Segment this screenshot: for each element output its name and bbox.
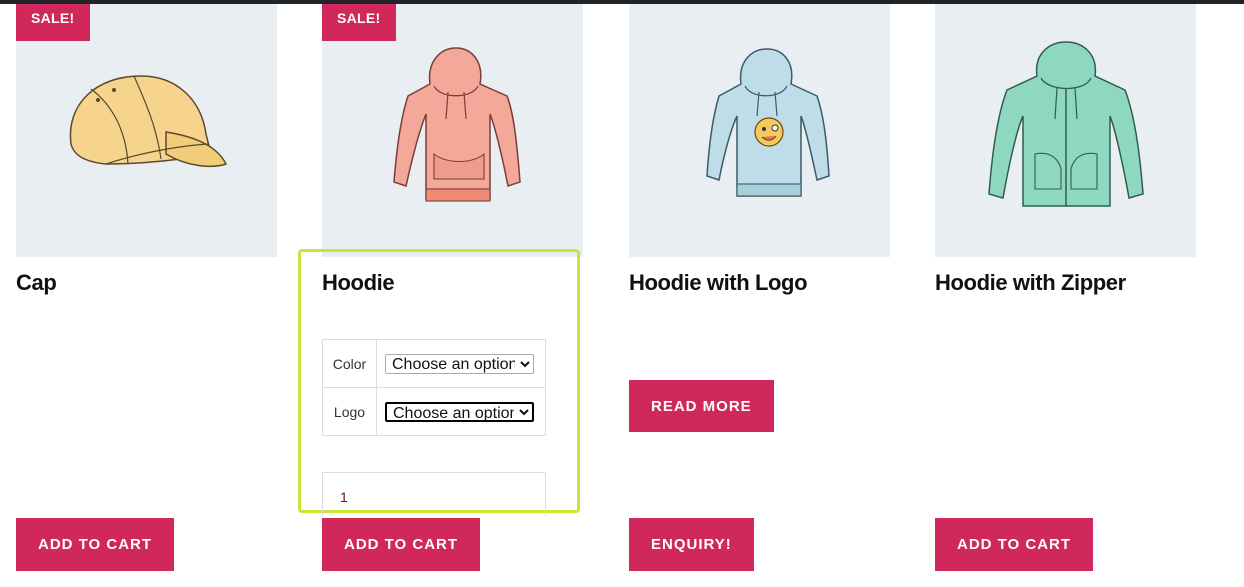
variation-label-color: Color xyxy=(322,339,377,388)
enquiry-button[interactable]: ENQUIRY! xyxy=(629,518,754,571)
variation-row-logo: Logo Choose an option xyxy=(322,387,546,436)
color-select[interactable]: Choose an option xyxy=(385,353,534,374)
add-to-cart-button[interactable]: ADD TO CART xyxy=(935,518,1094,571)
variation-row-color: Color Choose an option xyxy=(322,339,546,388)
add-to-cart-button[interactable]: ADD TO CART xyxy=(322,518,481,571)
product-title[interactable]: Hoodie with Logo xyxy=(629,270,808,296)
logo-select[interactable]: Choose an option xyxy=(385,401,534,422)
hoodie-with-zipper-icon xyxy=(988,41,1144,207)
cap-icon xyxy=(69,75,228,168)
sale-badge: SALE! xyxy=(322,4,396,41)
product-image-hoodie-with-zipper[interactable] xyxy=(935,4,1196,257)
quantity-input[interactable]: 1 xyxy=(322,472,546,516)
product-image-hoodie-with-logo[interactable] xyxy=(629,4,890,257)
variation-label-logo: Logo xyxy=(322,387,377,436)
product-title[interactable]: Hoodie with Zipper xyxy=(935,270,1126,296)
read-more-button[interactable]: READ MORE xyxy=(629,380,774,432)
product-title[interactable]: Cap xyxy=(16,270,57,296)
product-image-cap[interactable]: SALE! xyxy=(16,4,277,257)
product-image-hoodie[interactable]: SALE! xyxy=(322,4,583,257)
sale-badge: SALE! xyxy=(16,4,90,41)
add-to-cart-button[interactable]: ADD TO CART xyxy=(16,518,175,571)
hoodie-with-logo-icon xyxy=(706,48,830,197)
variations-table: Color Choose an option Logo Choose an op… xyxy=(322,339,546,436)
hoodie-icon xyxy=(393,47,521,202)
